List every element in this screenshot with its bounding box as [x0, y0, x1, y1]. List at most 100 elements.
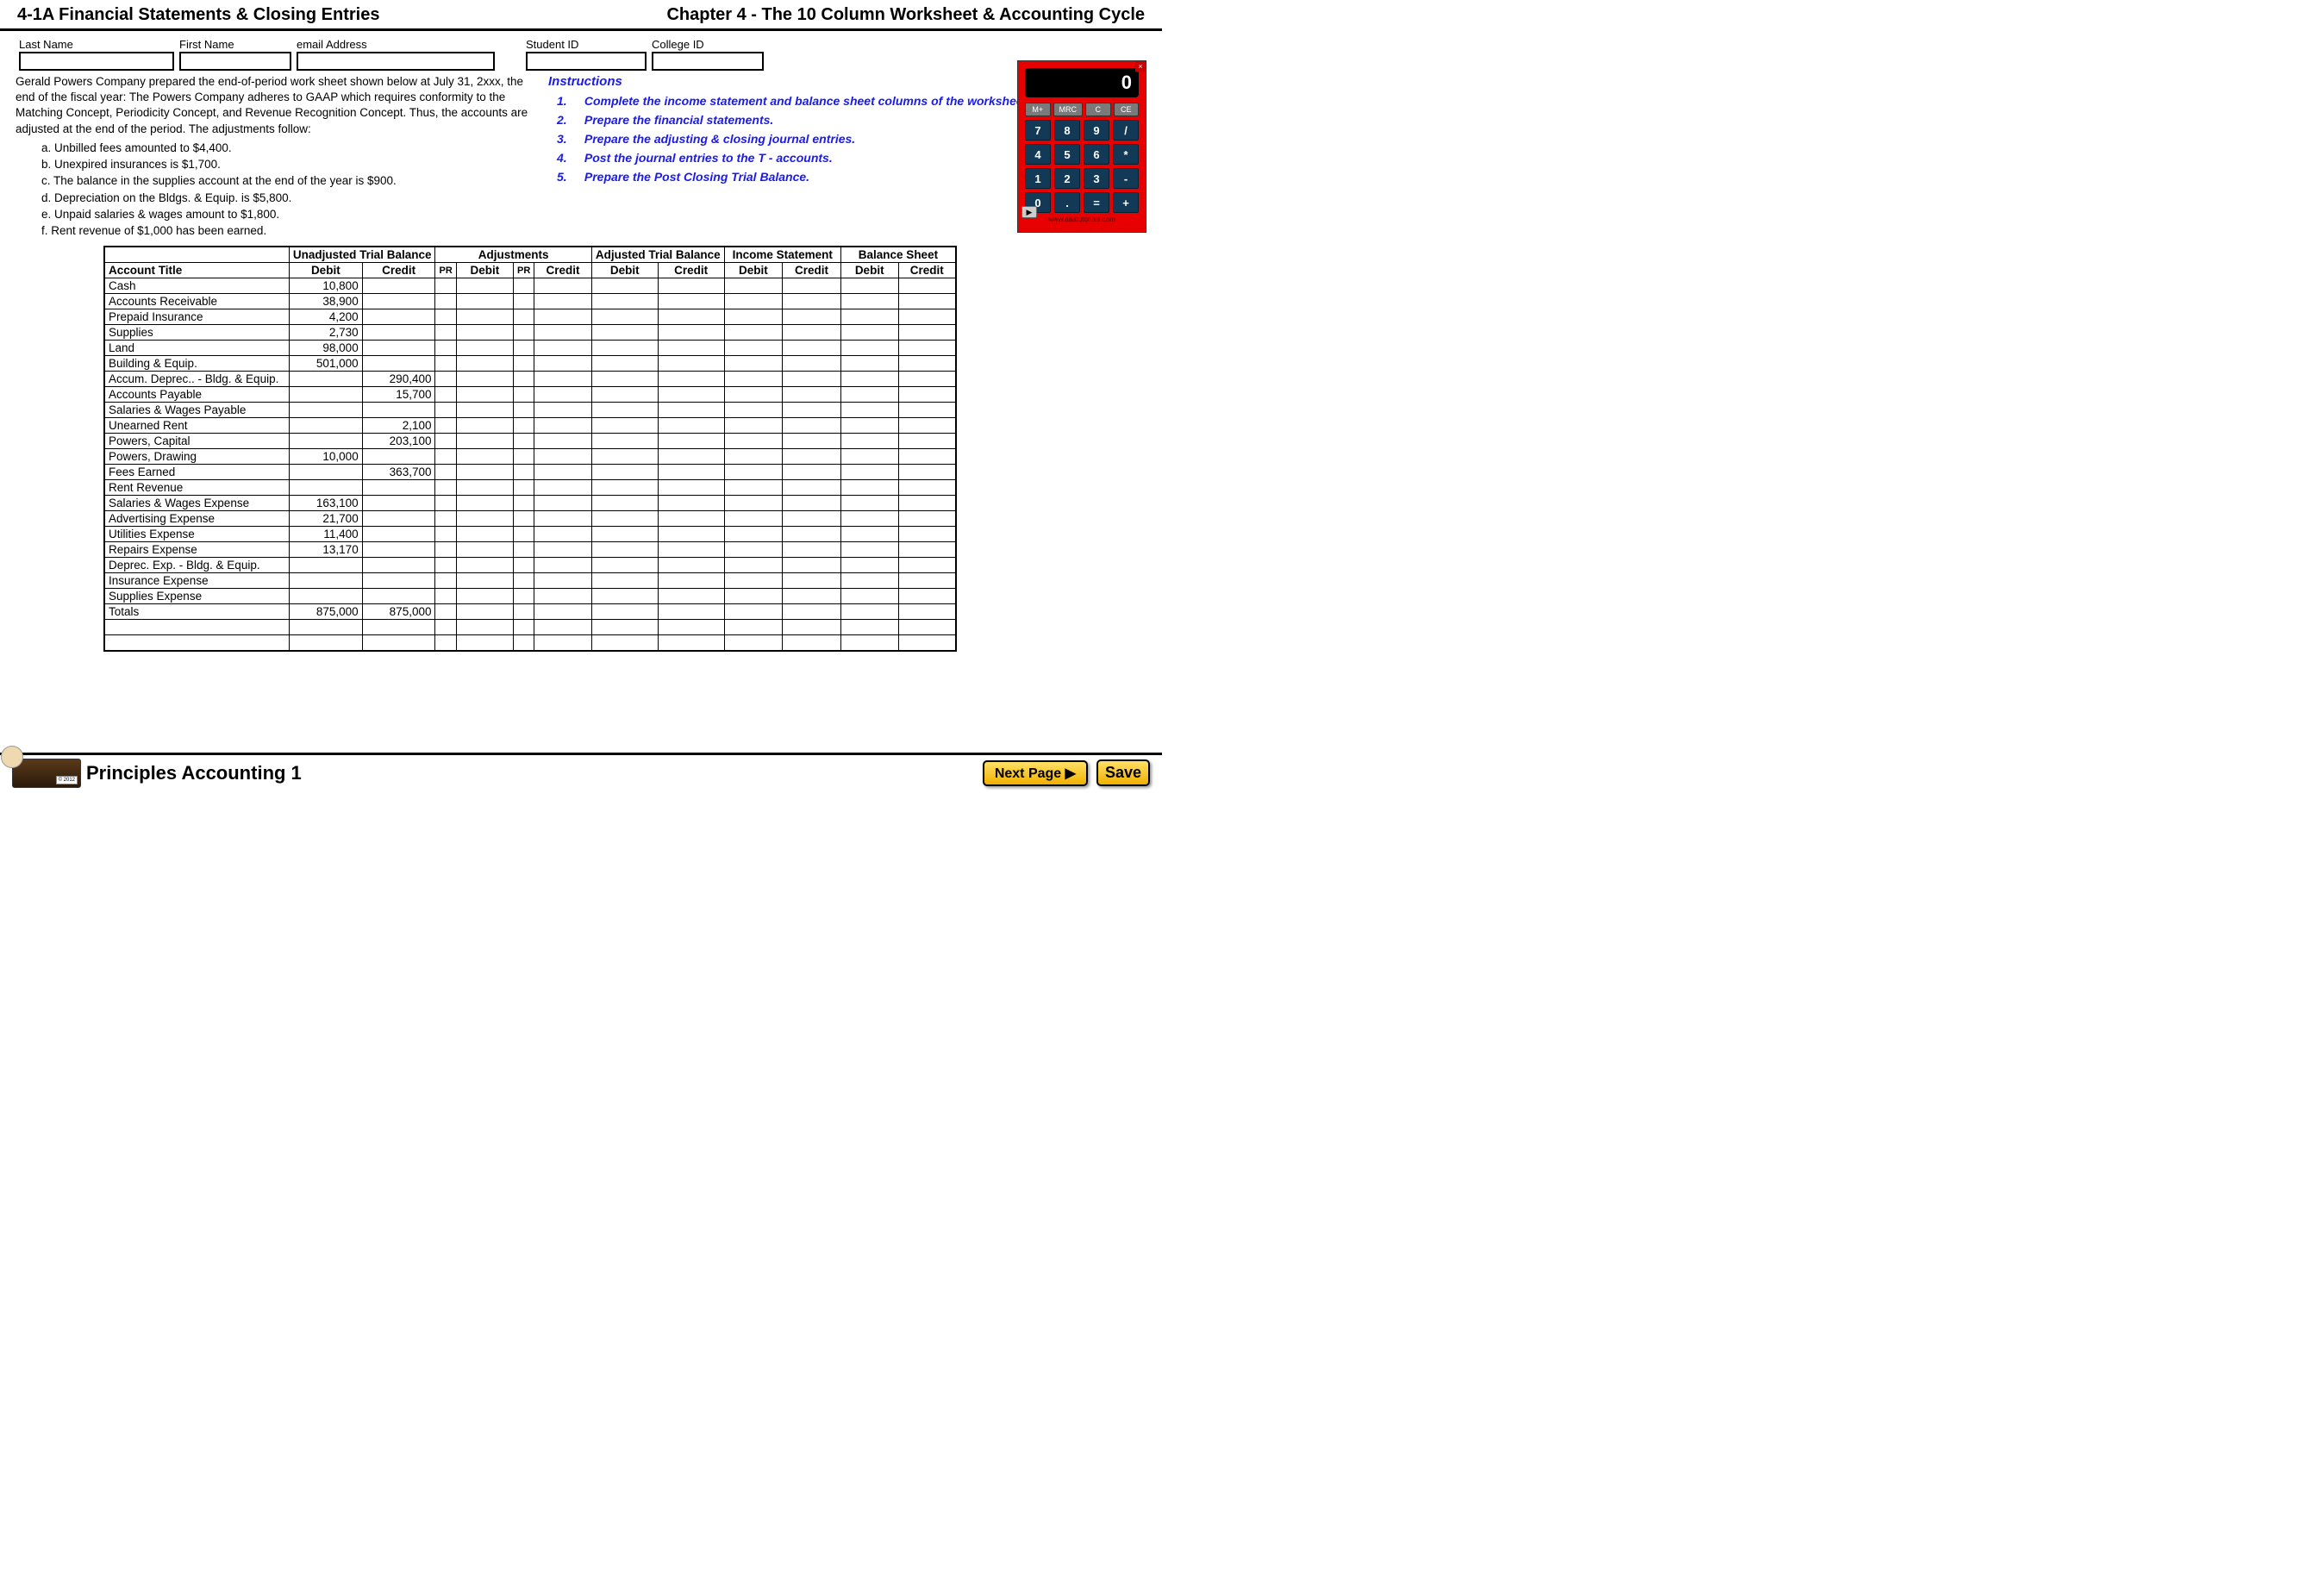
- ws-cell[interactable]: [435, 387, 456, 403]
- ws-cell[interactable]: [658, 558, 724, 573]
- ws-cell[interactable]: [104, 620, 289, 635]
- ws-cell[interactable]: [456, 387, 513, 403]
- ws-cell[interactable]: [898, 449, 956, 465]
- ws-cell[interactable]: [898, 480, 956, 496]
- ws-cell[interactable]: [513, 449, 534, 465]
- ws-cell[interactable]: [534, 356, 592, 372]
- ws-cell[interactable]: [840, 341, 898, 356]
- ws-cell[interactable]: [783, 387, 841, 403]
- ws-cell[interactable]: [898, 527, 956, 542]
- ws-cell[interactable]: [591, 573, 658, 589]
- ws-cell[interactable]: [658, 542, 724, 558]
- ws-cell[interactable]: [724, 418, 783, 434]
- ws-cell[interactable]: [658, 309, 724, 325]
- ws-cell[interactable]: [724, 542, 783, 558]
- ws-cell[interactable]: [658, 635, 724, 651]
- ws-cell[interactable]: [724, 294, 783, 309]
- ws-cell[interactable]: [783, 325, 841, 341]
- ws-cell[interactable]: [724, 403, 783, 418]
- ws-cell[interactable]: [534, 372, 592, 387]
- ws-cell[interactable]: [840, 434, 898, 449]
- ws-cell[interactable]: [289, 635, 362, 651]
- calc-key-button[interactable]: 7: [1025, 120, 1051, 141]
- ws-cell[interactable]: [534, 418, 592, 434]
- ws-cell[interactable]: [435, 620, 456, 635]
- ws-cell[interactable]: [591, 372, 658, 387]
- save-button[interactable]: Save: [1096, 759, 1150, 786]
- ws-cell[interactable]: [591, 309, 658, 325]
- ws-cell[interactable]: [534, 434, 592, 449]
- ws-cell[interactable]: [513, 356, 534, 372]
- ws-cell[interactable]: [783, 294, 841, 309]
- ws-cell[interactable]: [513, 589, 534, 604]
- ws-cell[interactable]: [724, 589, 783, 604]
- ws-cell[interactable]: [724, 356, 783, 372]
- calc-key-button[interactable]: -: [1113, 168, 1139, 189]
- ws-cell[interactable]: [783, 465, 841, 480]
- ws-cell[interactable]: [456, 511, 513, 527]
- ws-cell[interactable]: [591, 341, 658, 356]
- ws-cell[interactable]: [783, 511, 841, 527]
- ws-cell[interactable]: [724, 527, 783, 542]
- ws-cell[interactable]: [840, 542, 898, 558]
- ws-cell[interactable]: [534, 278, 592, 294]
- ws-cell[interactable]: [658, 278, 724, 294]
- ws-cell[interactable]: [840, 604, 898, 620]
- ws-cell[interactable]: [724, 325, 783, 341]
- ws-cell[interactable]: [783, 589, 841, 604]
- ws-cell[interactable]: [658, 480, 724, 496]
- ws-cell[interactable]: [513, 542, 534, 558]
- ws-cell[interactable]: [456, 527, 513, 542]
- ws-cell[interactable]: [783, 278, 841, 294]
- ws-cell[interactable]: [783, 558, 841, 573]
- ws-cell[interactable]: [435, 341, 456, 356]
- calc-key-button[interactable]: /: [1113, 120, 1139, 141]
- ws-cell[interactable]: [435, 496, 456, 511]
- calc-key-button[interactable]: 4: [1025, 144, 1051, 165]
- ws-cell[interactable]: [435, 434, 456, 449]
- ws-cell[interactable]: [456, 604, 513, 620]
- ws-cell[interactable]: [513, 325, 534, 341]
- ws-cell[interactable]: [724, 496, 783, 511]
- ws-cell[interactable]: [513, 434, 534, 449]
- ws-cell[interactable]: [591, 496, 658, 511]
- play-icon[interactable]: ▶: [1021, 206, 1037, 218]
- ws-cell[interactable]: [534, 511, 592, 527]
- ws-cell[interactable]: [534, 573, 592, 589]
- ws-cell[interactable]: [591, 356, 658, 372]
- ws-cell[interactable]: [658, 604, 724, 620]
- ws-cell[interactable]: [840, 294, 898, 309]
- ws-cell[interactable]: [591, 449, 658, 465]
- calc-key-button[interactable]: +: [1113, 192, 1139, 213]
- ws-cell[interactable]: [534, 620, 592, 635]
- ws-cell[interactable]: [456, 589, 513, 604]
- ws-cell[interactable]: [534, 341, 592, 356]
- ws-cell[interactable]: [456, 278, 513, 294]
- ws-cell[interactable]: [724, 387, 783, 403]
- ws-cell[interactable]: [513, 558, 534, 573]
- ws-cell[interactable]: [591, 325, 658, 341]
- ws-cell[interactable]: [658, 511, 724, 527]
- calc-key-button[interactable]: 3: [1084, 168, 1109, 189]
- ws-cell[interactable]: [435, 527, 456, 542]
- ws-cell[interactable]: [534, 403, 592, 418]
- ws-cell[interactable]: [456, 403, 513, 418]
- ws-cell[interactable]: [534, 542, 592, 558]
- ws-cell[interactable]: [783, 604, 841, 620]
- ws-cell[interactable]: [534, 309, 592, 325]
- ws-cell[interactable]: [724, 278, 783, 294]
- calc-key-button[interactable]: =: [1084, 192, 1109, 213]
- last-name-input[interactable]: [19, 52, 174, 71]
- ws-cell[interactable]: [513, 387, 534, 403]
- ws-cell[interactable]: [898, 496, 956, 511]
- ws-cell[interactable]: [456, 496, 513, 511]
- next-page-button[interactable]: Next Page ▶: [983, 760, 1088, 786]
- ws-cell[interactable]: [658, 294, 724, 309]
- ws-cell[interactable]: [591, 294, 658, 309]
- ws-cell[interactable]: [840, 480, 898, 496]
- ws-cell[interactable]: [898, 387, 956, 403]
- first-name-input[interactable]: [179, 52, 291, 71]
- calc-mrc-button[interactable]: MRC: [1053, 103, 1084, 116]
- ws-cell[interactable]: [840, 527, 898, 542]
- ws-cell[interactable]: [783, 635, 841, 651]
